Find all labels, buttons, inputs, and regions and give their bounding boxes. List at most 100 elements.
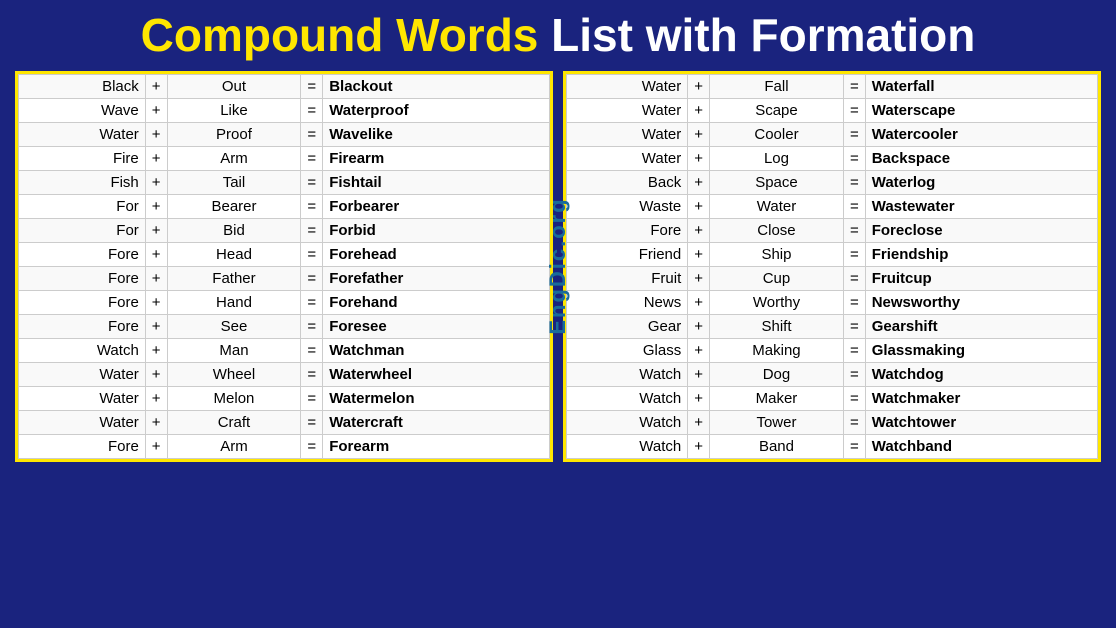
table-row: Water+Log=Backspace [567,146,1098,170]
table-row: Waste+Water=Wastewater [567,194,1098,218]
right-table-wrapper: Water+Fall=WaterfallWater+Scape=Watersca… [563,71,1101,462]
table-cell: + [145,194,167,218]
table-cell: Out [167,74,301,98]
table-cell: + [688,386,710,410]
table-cell: For [19,218,146,242]
table-cell: Water [19,410,146,434]
table-cell: Watch [567,434,688,458]
table-cell: Cooler [710,122,844,146]
table-cell: + [688,338,710,362]
table-cell: Arm [167,146,301,170]
table-cell: Waste [567,194,688,218]
table-cell: Waterfall [865,74,1097,98]
title-part2: List with Formation [551,9,975,61]
table-row: Water+Fall=Waterfall [567,74,1098,98]
table-cell: = [843,242,865,266]
table-cell: Making [710,338,844,362]
table-cell: = [301,146,323,170]
table-cell: Watermelon [323,386,550,410]
table-cell: + [145,314,167,338]
table-row: Watch+Man=Watchman [19,338,550,362]
table-cell: Melon [167,386,301,410]
table-cell: Wastewater [865,194,1097,218]
table-row: Watch+Band=Watchband [567,434,1098,458]
table-cell: + [688,362,710,386]
table-cell: See [167,314,301,338]
table-cell: = [843,122,865,146]
table-cell: Like [167,98,301,122]
table-cell: Water [710,194,844,218]
table-row: Water+Scape=Waterscape [567,98,1098,122]
table-cell: = [301,194,323,218]
table-cell: Forehand [323,290,550,314]
table-row: Watch+Tower=Watchtower [567,410,1098,434]
table-cell: Waterwheel [323,362,550,386]
table-cell: + [145,266,167,290]
table-cell: Gear [567,314,688,338]
table-cell: + [688,98,710,122]
table-cell: = [301,410,323,434]
table-cell: Water [19,386,146,410]
table-row: Wave+Like=Waterproof [19,98,550,122]
table-cell: Water [567,98,688,122]
table-cell: Close [710,218,844,242]
table-cell: Watercooler [865,122,1097,146]
table-cell: + [688,122,710,146]
table-cell: = [301,122,323,146]
table-cell: + [688,170,710,194]
table-cell: = [843,194,865,218]
table-cell: + [688,74,710,98]
table-cell: Water [567,74,688,98]
table-cell: + [145,98,167,122]
table-cell: Friend [567,242,688,266]
table-cell: + [145,386,167,410]
table-row: Watch+Dog=Watchdog [567,362,1098,386]
table-cell: Backspace [865,146,1097,170]
table-row: Fish+Tail=Fishtail [19,170,550,194]
table-cell: Fore [19,434,146,458]
table-cell: Fore [19,290,146,314]
table-cell: Head [167,242,301,266]
table-cell: Newsworthy [865,290,1097,314]
table-cell: Man [167,338,301,362]
table-row: Fire+Arm=Firearm [19,146,550,170]
table-cell: Maker [710,386,844,410]
table-row: Fore+Head=Forehead [19,242,550,266]
table-cell: Scape [710,98,844,122]
table-cell: Watchman [323,338,550,362]
table-cell: Friendship [865,242,1097,266]
table-cell: Arm [167,434,301,458]
table-cell: Fall [710,74,844,98]
table-cell: = [843,290,865,314]
table-row: Water+Proof=Wavelike [19,122,550,146]
table-cell: Hand [167,290,301,314]
table-cell: = [301,338,323,362]
left-table-wrapper: Black+Out=BlackoutWave+Like=WaterproofWa… [15,71,553,462]
table-cell: Watch [19,338,146,362]
table-row: Fore+See=Foresee [19,314,550,338]
table-cell: Fruit [567,266,688,290]
table-row: Water+Craft=Watercraft [19,410,550,434]
table-row: Black+Out=Blackout [19,74,550,98]
table-cell: = [843,314,865,338]
tables-container: Black+Out=BlackoutWave+Like=WaterproofWa… [15,71,1101,462]
table-cell: Water [567,146,688,170]
right-table: Water+Fall=WaterfallWater+Scape=Watersca… [566,74,1098,459]
table-cell: = [843,434,865,458]
table-cell: = [843,218,865,242]
table-cell: = [301,218,323,242]
table-cell: Watercraft [323,410,550,434]
table-cell: Gearshift [865,314,1097,338]
table-cell: Waterlog [865,170,1097,194]
table-cell: Shift [710,314,844,338]
table-row: Glass+Making=Glassmaking [567,338,1098,362]
table-cell: Watchmaker [865,386,1097,410]
table-cell: Watch [567,386,688,410]
table-cell: = [843,386,865,410]
table-cell: = [301,266,323,290]
table-cell: For [19,194,146,218]
table-cell: Fire [19,146,146,170]
table-cell: Log [710,146,844,170]
table-cell: Fore [567,218,688,242]
table-row: Fruit+Cup=Fruitcup [567,266,1098,290]
